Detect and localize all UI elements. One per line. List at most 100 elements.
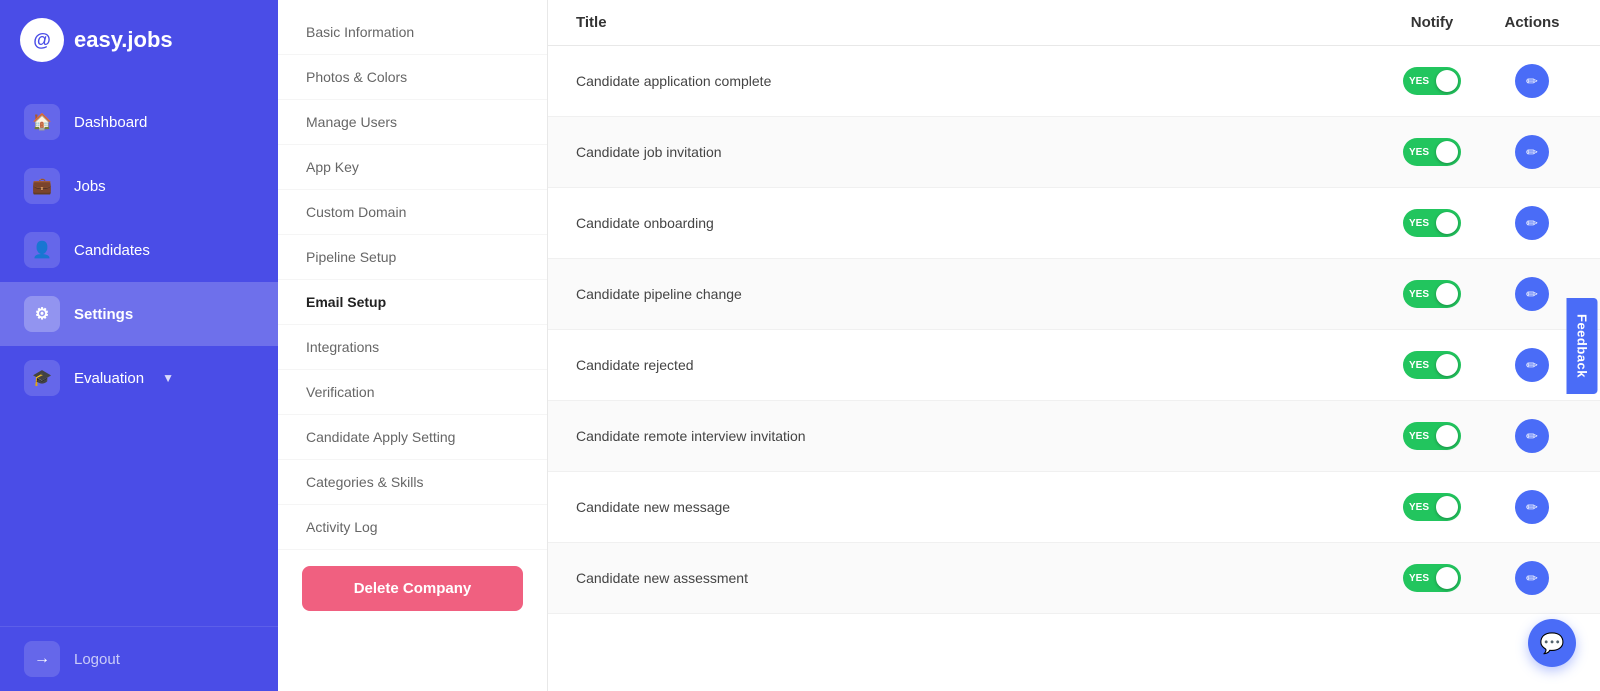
row-title-7: Candidate new message — [576, 499, 1372, 515]
submenu-pipeline-setup[interactable]: Pipeline Setup — [278, 235, 547, 280]
row-notify-7: YES — [1372, 493, 1492, 521]
table-row: Candidate rejected YES ✏ — [548, 330, 1600, 401]
edit-button-7[interactable]: ✏ — [1515, 490, 1549, 524]
row-actions-7: ✏ — [1492, 490, 1572, 524]
submenu-categories-skills[interactable]: Categories & Skills — [278, 460, 547, 505]
toggle-1[interactable]: YES — [1403, 67, 1461, 95]
row-actions-8: ✏ — [1492, 561, 1572, 595]
table-row: Candidate pipeline change YES ✏ — [548, 259, 1600, 330]
toggle-thumb — [1436, 283, 1458, 305]
toggle-yes-label: YES — [1409, 502, 1429, 513]
sidebar: @ easy.jobs 🏠 Dashboard 💼 Jobs 👤 Candida… — [0, 0, 278, 691]
row-title-2: Candidate job invitation — [576, 144, 1372, 160]
submenu-app-key[interactable]: App Key — [278, 145, 547, 190]
toggle-2[interactable]: YES — [1403, 138, 1461, 166]
main-content: Title Notify Actions Candidate applicati… — [548, 0, 1600, 691]
sub-sidebar: Basic Information Photos & Colors Manage… — [278, 0, 548, 691]
edit-button-8[interactable]: ✏ — [1515, 561, 1549, 595]
submenu-activity-log[interactable]: Activity Log — [278, 505, 547, 550]
toggle-4[interactable]: YES — [1403, 280, 1461, 308]
submenu-photos-colors[interactable]: Photos & Colors — [278, 55, 547, 100]
column-notify: Notify — [1372, 14, 1492, 31]
toggle-thumb — [1436, 567, 1458, 589]
sidebar-label-candidates: Candidates — [74, 242, 150, 259]
toggle-thumb — [1436, 141, 1458, 163]
edit-button-1[interactable]: ✏ — [1515, 64, 1549, 98]
home-icon: 🏠 — [24, 104, 60, 140]
sidebar-item-settings[interactable]: ⚙ Settings — [0, 282, 278, 346]
logo-text: easy.jobs — [74, 27, 173, 53]
toggle-yes-label: YES — [1409, 573, 1429, 584]
table-row: Candidate application complete YES ✏ — [548, 46, 1600, 117]
table-row: Candidate onboarding YES ✏ — [548, 188, 1600, 259]
row-notify-1: YES — [1372, 67, 1492, 95]
row-title-8: Candidate new assessment — [576, 570, 1372, 586]
row-actions-4: ✏ — [1492, 277, 1572, 311]
table-header: Title Notify Actions — [548, 0, 1600, 46]
row-notify-3: YES — [1372, 209, 1492, 237]
toggle-yes-label: YES — [1409, 360, 1429, 371]
sidebar-item-dashboard[interactable]: 🏠 Dashboard — [0, 90, 278, 154]
submenu-integrations[interactable]: Integrations — [278, 325, 547, 370]
evaluation-icon: 🎓 — [24, 360, 60, 396]
toggle-thumb — [1436, 70, 1458, 92]
logo-icon: @ — [20, 18, 64, 62]
delete-company-button[interactable]: Delete Company — [302, 566, 523, 611]
submenu-candidate-apply-setting[interactable]: Candidate Apply Setting — [278, 415, 547, 460]
edit-button-4[interactable]: ✏ — [1515, 277, 1549, 311]
row-notify-8: YES — [1372, 564, 1492, 592]
chevron-down-icon: ▼ — [162, 371, 174, 385]
edit-button-6[interactable]: ✏ — [1515, 419, 1549, 453]
toggle-thumb — [1436, 496, 1458, 518]
row-title-6: Candidate remote interview invitation — [576, 428, 1372, 444]
sidebar-label-dashboard: Dashboard — [74, 114, 147, 131]
toggle-yes-label: YES — [1409, 147, 1429, 158]
toggle-yes-label: YES — [1409, 431, 1429, 442]
row-actions-1: ✏ — [1492, 64, 1572, 98]
row-actions-6: ✏ — [1492, 419, 1572, 453]
sidebar-label-jobs: Jobs — [74, 178, 106, 195]
row-actions-2: ✏ — [1492, 135, 1572, 169]
row-notify-6: YES — [1372, 422, 1492, 450]
logo-area: @ easy.jobs — [0, 0, 278, 80]
toggle-thumb — [1436, 354, 1458, 376]
toggle-5[interactable]: YES — [1403, 351, 1461, 379]
toggle-6[interactable]: YES — [1403, 422, 1461, 450]
row-actions-3: ✏ — [1492, 206, 1572, 240]
row-title-3: Candidate onboarding — [576, 215, 1372, 231]
toggle-7[interactable]: YES — [1403, 493, 1461, 521]
chat-button[interactable]: 💬 — [1528, 619, 1576, 667]
sidebar-label-settings: Settings — [74, 306, 133, 323]
feedback-tab[interactable]: Feedback — [1567, 298, 1598, 394]
chat-icon: 💬 — [1540, 631, 1565, 656]
column-title: Title — [576, 14, 1372, 31]
row-title-1: Candidate application complete — [576, 73, 1372, 89]
submenu-verification[interactable]: Verification — [278, 370, 547, 415]
toggle-yes-label: YES — [1409, 76, 1429, 87]
sidebar-nav: 🏠 Dashboard 💼 Jobs 👤 Candidates ⚙ Settin… — [0, 80, 278, 626]
toggle-8[interactable]: YES — [1403, 564, 1461, 592]
sidebar-item-evaluation[interactable]: 🎓 Evaluation ▼ — [0, 346, 278, 410]
submenu-custom-domain[interactable]: Custom Domain — [278, 190, 547, 235]
submenu-basic-information[interactable]: Basic Information — [278, 10, 547, 55]
toggle-3[interactable]: YES — [1403, 209, 1461, 237]
edit-button-3[interactable]: ✏ — [1515, 206, 1549, 240]
submenu-manage-users[interactable]: Manage Users — [278, 100, 547, 145]
row-notify-2: YES — [1372, 138, 1492, 166]
table-row: Candidate job invitation YES ✏ — [548, 117, 1600, 188]
sidebar-item-jobs[interactable]: 💼 Jobs — [0, 154, 278, 218]
edit-button-5[interactable]: ✏ — [1515, 348, 1549, 382]
sidebar-item-candidates[interactable]: 👤 Candidates — [0, 218, 278, 282]
toggle-thumb — [1436, 425, 1458, 447]
toggle-thumb — [1436, 212, 1458, 234]
row-title-5: Candidate rejected — [576, 357, 1372, 373]
row-notify-5: YES — [1372, 351, 1492, 379]
submenu-email-setup[interactable]: Email Setup — [278, 280, 547, 325]
logout-item[interactable]: → Logout — [0, 626, 278, 691]
table-row: Candidate new message YES ✏ — [548, 472, 1600, 543]
edit-button-2[interactable]: ✏ — [1515, 135, 1549, 169]
logout-label: Logout — [74, 651, 120, 668]
jobs-icon: 💼 — [24, 168, 60, 204]
row-actions-5: ✏ — [1492, 348, 1572, 382]
sidebar-label-evaluation: Evaluation — [74, 370, 144, 387]
